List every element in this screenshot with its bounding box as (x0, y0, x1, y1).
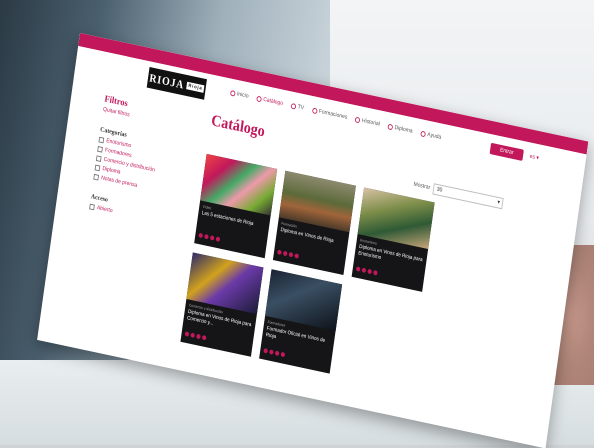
rating-dot-icon (196, 333, 201, 340)
nav-item-tv[interactable]: TV (290, 103, 305, 112)
rating-dot-icon (282, 250, 288, 257)
card-rating (263, 348, 286, 358)
enter-button[interactable]: Entrar (489, 142, 524, 161)
catalog-icon (256, 95, 262, 103)
nav-item-diploma[interactable]: Diploma (387, 123, 413, 135)
catalog-card[interactable]: Comercio y distribución Diploma en Vinos… (180, 252, 264, 357)
checkbox-icon[interactable] (94, 164, 101, 172)
nav-label: TV (297, 104, 305, 112)
catalog-card[interactable]: Vídeo Las 5 estaciones de Rioja (194, 153, 278, 259)
card-title: Las 5 estaciones de Rioja (201, 210, 254, 227)
nav-label: Historial (361, 118, 381, 128)
rating-dot-icon (355, 266, 361, 272)
rating-dot-icon (215, 236, 221, 242)
rating-dot-icon (274, 350, 280, 357)
tv-icon (290, 103, 297, 110)
site-logo[interactable]: RIOJA Rioja (146, 67, 207, 100)
rating-dot-icon (204, 233, 209, 240)
access-label: Abierto (96, 205, 113, 215)
filters-sidebar: Filtros Quitar filtros Categorías Enotur… (89, 94, 204, 234)
rating-dot-icon (201, 334, 207, 341)
rating-dot-icon (263, 348, 269, 354)
card-thumbnail (200, 153, 278, 216)
language-selector[interactable]: es ▾ (529, 153, 539, 162)
checkbox-icon[interactable] (95, 155, 102, 162)
home-icon (230, 90, 236, 97)
nav-item-formaciones[interactable]: Formaciones (311, 107, 348, 121)
rating-dot-icon (277, 249, 282, 256)
card-rating (184, 331, 207, 341)
show-label: Mostrar (413, 181, 431, 191)
checkbox-icon[interactable] (93, 173, 99, 181)
rating-dot-icon (294, 253, 300, 259)
rating-dot-icon (209, 235, 215, 241)
nav-label: Ayuda (426, 132, 442, 141)
checkbox-icon[interactable] (89, 203, 95, 211)
rating-dot-icon (288, 251, 294, 258)
nav-item-catalogo[interactable]: Catálogo (256, 95, 284, 107)
rating-dot-icon (361, 267, 367, 274)
nav-label: Catálogo (262, 97, 284, 107)
rating-dot-icon (190, 332, 196, 339)
rating-dot-icon (280, 351, 286, 358)
checkbox-icon[interactable] (98, 136, 105, 144)
catalog-card[interactable]: Formadores Formador Oficial en Vinos de … (259, 269, 343, 374)
catalog-card[interactable]: Enoturismo Diploma en Vinos de Rioja par… (351, 187, 435, 292)
nav-label: Inicio (236, 91, 249, 100)
nav-label: Formaciones (318, 108, 348, 121)
diploma-icon (387, 123, 394, 131)
education-icon (311, 107, 318, 115)
rating-dot-icon (367, 268, 373, 275)
catalog-card[interactable]: Formación Diploma en Vinos de Rioja (272, 170, 356, 276)
category-label: Diploma (101, 166, 121, 176)
card-title: Diploma en Vinos de Rioja para Enoturism… (357, 243, 423, 264)
nav-item-inicio[interactable]: Inicio (230, 90, 249, 100)
rating-dot-icon (198, 232, 204, 239)
logo-sub: Rioja (186, 81, 205, 93)
rating-dot-icon (373, 269, 378, 276)
card-rating (277, 249, 300, 259)
nav-item-historial[interactable]: Historial (354, 116, 381, 128)
help-icon (420, 130, 427, 138)
history-icon (354, 116, 361, 124)
nav-item-ayuda[interactable]: Ayuda (420, 130, 442, 141)
card-title: Formador Oficial en Vinos de Rioja (265, 325, 326, 344)
card-category: Vídeo (202, 203, 212, 211)
rating-dot-icon (269, 349, 274, 355)
nav-label: Diploma (394, 125, 413, 135)
card-rating (355, 266, 378, 276)
card-rating (198, 232, 221, 242)
card-title: Diploma en Vinos de Rioja (280, 227, 334, 245)
rating-dot-icon (184, 331, 190, 337)
logo-text: RIOJA (148, 70, 186, 91)
checkbox-icon[interactable] (97, 146, 103, 153)
